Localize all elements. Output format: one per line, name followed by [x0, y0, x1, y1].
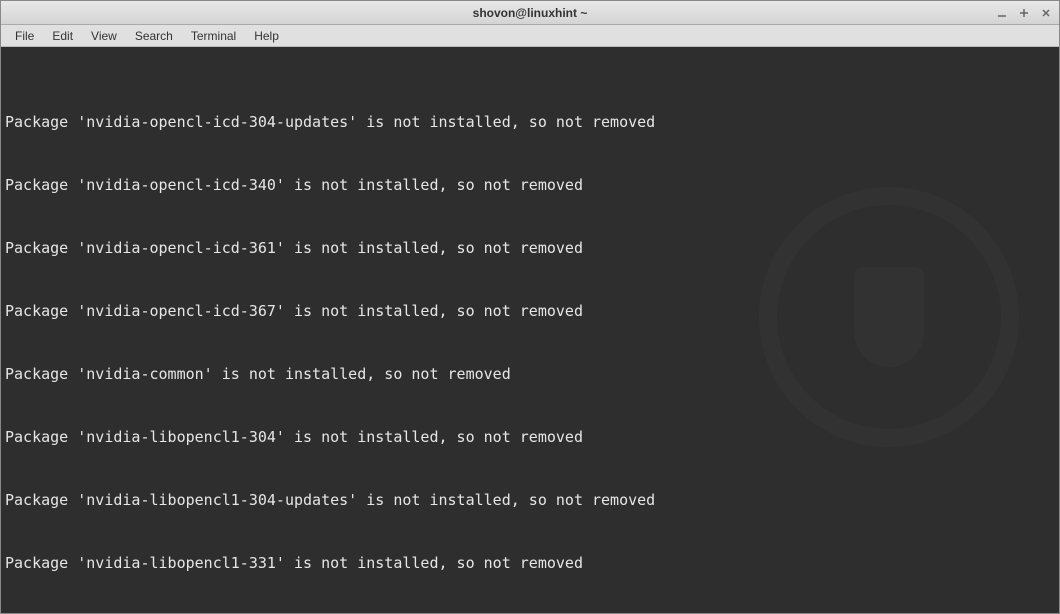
minimize-button[interactable]: [995, 6, 1009, 20]
menubar: File Edit View Search Terminal Help: [1, 25, 1059, 47]
menu-terminal[interactable]: Terminal: [183, 27, 244, 45]
terminal-viewport[interactable]: Package 'nvidia-opencl-icd-304-updates' …: [1, 47, 1059, 613]
menu-view[interactable]: View: [83, 27, 125, 45]
term-line: Package 'nvidia-common' is not installed…: [5, 364, 1055, 385]
term-line: Package 'nvidia-libopencl1-331' is not i…: [5, 553, 1055, 574]
titlebar: shovon@linuxhint ~: [1, 1, 1059, 25]
term-line: Package 'nvidia-libopencl1-304' is not i…: [5, 427, 1055, 448]
menu-help[interactable]: Help: [246, 27, 287, 45]
menu-edit[interactable]: Edit: [44, 27, 81, 45]
term-line: Package 'nvidia-opencl-icd-304-updates' …: [5, 112, 1055, 133]
term-line: Package 'nvidia-opencl-icd-361' is not i…: [5, 238, 1055, 259]
term-line: Package 'nvidia-libopencl1-304-updates' …: [5, 490, 1055, 511]
menu-search[interactable]: Search: [127, 27, 181, 45]
menu-file[interactable]: File: [7, 27, 42, 45]
close-button[interactable]: [1039, 6, 1053, 20]
window-title: shovon@linuxhint ~: [473, 6, 588, 20]
app-window: shovon@linuxhint ~ File Edit View Search…: [0, 0, 1060, 614]
maximize-button[interactable]: [1017, 6, 1031, 20]
term-line: Package 'nvidia-opencl-icd-367' is not i…: [5, 301, 1055, 322]
window-controls: [995, 6, 1053, 20]
term-line: Package 'nvidia-opencl-icd-340' is not i…: [5, 175, 1055, 196]
